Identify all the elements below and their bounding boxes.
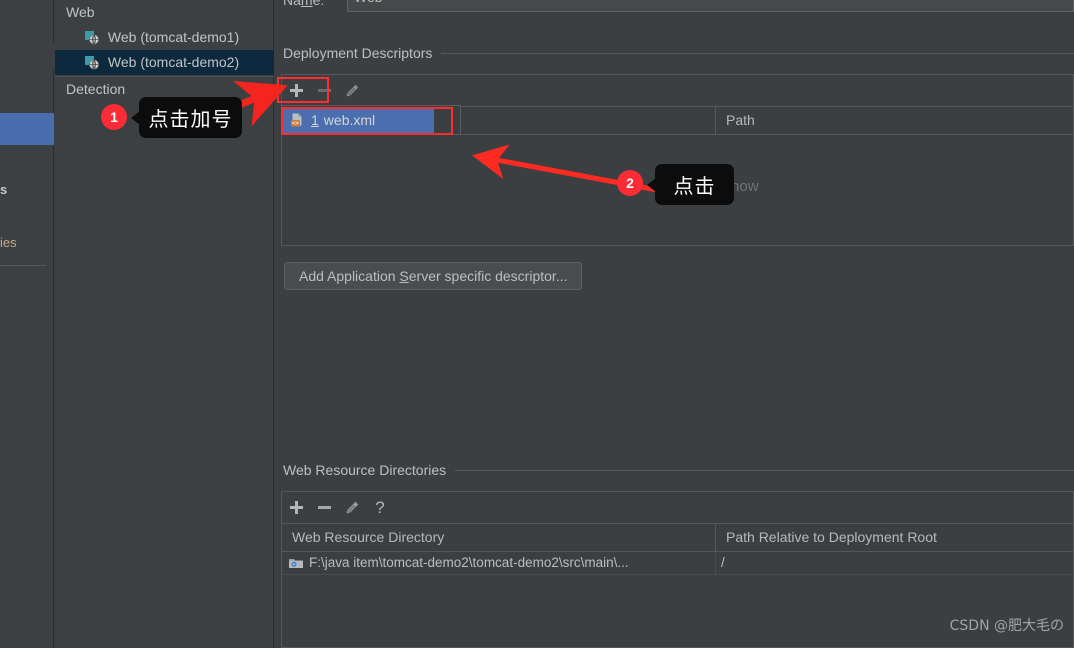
far-left-row-dark [0, 42, 54, 70]
xml-file-icon: <> [289, 112, 305, 128]
cell-path-relative[interactable]: / [715, 552, 1073, 574]
help-icon: ? [375, 498, 385, 517]
deployment-descriptors-section-header: Deployment Descriptors [283, 44, 1074, 62]
add-icon [289, 84, 303, 97]
button-label-part2: erver specific descriptor... [408, 268, 568, 284]
popup-menu-item-web-xml[interactable]: <> 1 web.xml [283, 107, 434, 133]
add-descriptor-button[interactable] [282, 78, 310, 104]
column-header-web-resource-directory[interactable]: Web Resource Directory [282, 524, 715, 551]
column-header-path[interactable]: Path [715, 107, 1073, 134]
edit-icon [344, 83, 360, 99]
tree-item-web-tomcat-demo2[interactable]: Web (tomcat-demo2) [55, 50, 274, 75]
add-web-resource-button[interactable] [282, 495, 310, 521]
name-label-part1: Na [283, 0, 301, 8]
annotation-badge-1: 1 [101, 104, 127, 130]
web-resource-directories-title: Web Resource Directories [283, 462, 447, 478]
web-artifact-icon [84, 53, 100, 70]
remove-web-resource-button[interactable] [310, 495, 338, 521]
deployment-descriptors-toolbar [281, 74, 1074, 106]
annotation-tooltip-2: 点击 [647, 164, 734, 205]
tree-item-label: Web (tomcat-demo1) [107, 29, 240, 45]
button-label-part1: Add Application [299, 268, 400, 284]
annotation-tooltip-1: 点击加号 [131, 97, 242, 138]
deployment-descriptors-title: Deployment Descriptors [283, 45, 433, 61]
web-resource-directories-toolbar: ? [281, 491, 1074, 523]
table-body: F:\java item\tomcat-demo2\tomcat-demo2\s… [282, 552, 1073, 575]
tree-item-label: Web [66, 4, 95, 20]
far-left-partial-panel: s ies [0, 0, 54, 648]
tree-item-label: Detection [66, 81, 126, 97]
edit-web-resource-button[interactable] [338, 495, 366, 521]
add-application-server-descriptor-button[interactable]: Add Application Server specific descript… [284, 262, 583, 290]
web-resource-directories-section-header: Web Resource Directories [283, 461, 1074, 479]
table-header-row: Web Resource Directory Path Relative to … [282, 524, 1073, 552]
web-artifact-icon [84, 28, 100, 45]
help-web-resource-button[interactable]: ? [366, 495, 394, 521]
edit-icon [344, 500, 360, 516]
cell-text: F:\java item\tomcat-demo2\tomcat-demo2\s… [309, 555, 629, 570]
section-rule [455, 469, 1074, 471]
folder-icon [288, 555, 304, 571]
name-label: Name: [283, 0, 324, 8]
button-label-mnemonic: S [399, 268, 409, 284]
section-rule [441, 52, 1074, 54]
tree-item-web-tomcat-demo1[interactable]: Web (tomcat-demo1) [55, 25, 274, 50]
name-label-mnemonic: m [300, 0, 313, 8]
popup-item-mnemonic: 1 [311, 112, 319, 128]
popup-item-label: web.xml [323, 112, 376, 128]
remove-icon [317, 506, 331, 509]
name-input[interactable] [347, 0, 1074, 12]
far-left-selected-row[interactable] [0, 113, 54, 145]
tree-item-web-group[interactable]: Web [55, 0, 274, 25]
far-left-partial-label-top: s [0, 182, 8, 197]
cell-web-resource-directory[interactable]: F:\java item\tomcat-demo2\tomcat-demo2\s… [282, 552, 715, 574]
svg-text:<>: <> [292, 120, 300, 127]
tree-item-label: Web (tomcat-demo2) [107, 54, 240, 70]
facet-settings-pane: Name: Deployment Descriptors Path [275, 0, 1074, 648]
table-row[interactable]: F:\java item\tomcat-demo2\tomcat-demo2\s… [282, 552, 1073, 575]
annotation-badge-2: 2 [617, 170, 643, 196]
column-header-path-relative[interactable]: Path Relative to Deployment Root [715, 524, 1073, 551]
remove-icon [317, 89, 331, 92]
descriptor-type-popup-menu: <> 1 web.xml [281, 105, 461, 135]
name-row: Name: [275, 0, 1074, 18]
remove-descriptor-button[interactable] [310, 78, 338, 104]
far-left-divider [0, 265, 46, 266]
far-left-partial-label-bottom: ies [0, 235, 17, 250]
add-icon [289, 501, 303, 514]
csdn-watermark: CSDN @肥大毛の [949, 618, 1064, 634]
name-label-part2: e: [312, 0, 325, 8]
edit-descriptor-button[interactable] [338, 78, 366, 104]
